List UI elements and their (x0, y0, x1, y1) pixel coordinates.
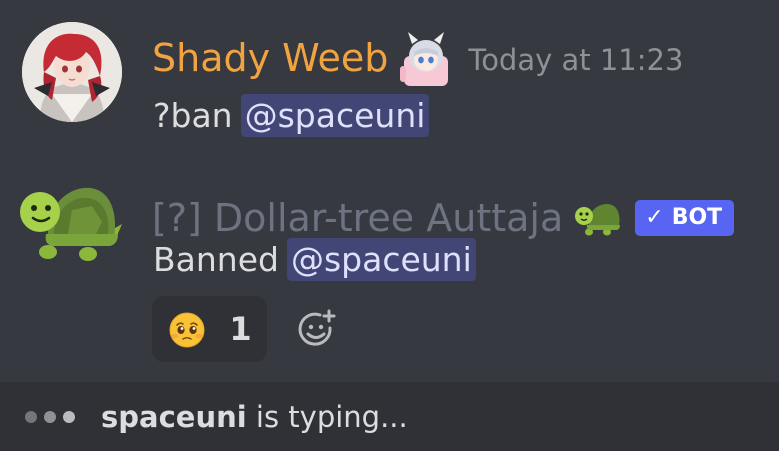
bot-tag: ✓ BOT (635, 200, 735, 236)
message-content: Banned @spaceuni (153, 238, 476, 281)
typing-dots-icon (25, 410, 75, 423)
bot-username[interactable]: [?] Dollar-tree Auttaja (152, 196, 563, 240)
anime-girl-icon[interactable] (398, 30, 454, 86)
user-mention[interactable]: @spaceuni (240, 94, 430, 137)
user-mention[interactable]: @spaceuni (286, 238, 476, 281)
turtle-avatar-icon (20, 187, 122, 261)
typing-dot (25, 410, 37, 423)
command-text: ?ban (153, 96, 233, 135)
reaction-count: 1 (229, 310, 252, 348)
typing-user: spaceuni (101, 399, 247, 434)
bot-tag-label: BOT (671, 205, 723, 230)
reactions-bar: 1 (152, 296, 337, 362)
turtle-icon (573, 198, 621, 238)
check-icon: ✓ (645, 205, 664, 230)
chat-messages: Shady Weeb Today at 11:23 ?ban @spaceuni (0, 0, 779, 382)
message-header: Shady Weeb Today at 11:23 (152, 28, 683, 88)
message-content: ?ban @spaceuni (153, 94, 430, 137)
typing-dot (44, 410, 56, 423)
bot-avatar[interactable] (18, 178, 124, 264)
username[interactable]: Shady Weeb (152, 36, 388, 80)
reaction-button[interactable]: 1 (152, 296, 267, 362)
user-avatar[interactable] (22, 22, 122, 122)
add-reaction-icon[interactable] (297, 309, 337, 349)
pleading-face-icon (169, 312, 205, 348)
anime-girl-avatar-icon (22, 22, 122, 122)
typing-indicator: spaceuni is typing... (0, 382, 779, 451)
typing-suffix: is typing... (246, 399, 408, 434)
typing-dot (63, 410, 75, 423)
timestamp: Today at 11:23 (468, 43, 684, 77)
message-text: Banned (153, 240, 279, 279)
typing-text: spaceuni is typing... (101, 400, 408, 434)
